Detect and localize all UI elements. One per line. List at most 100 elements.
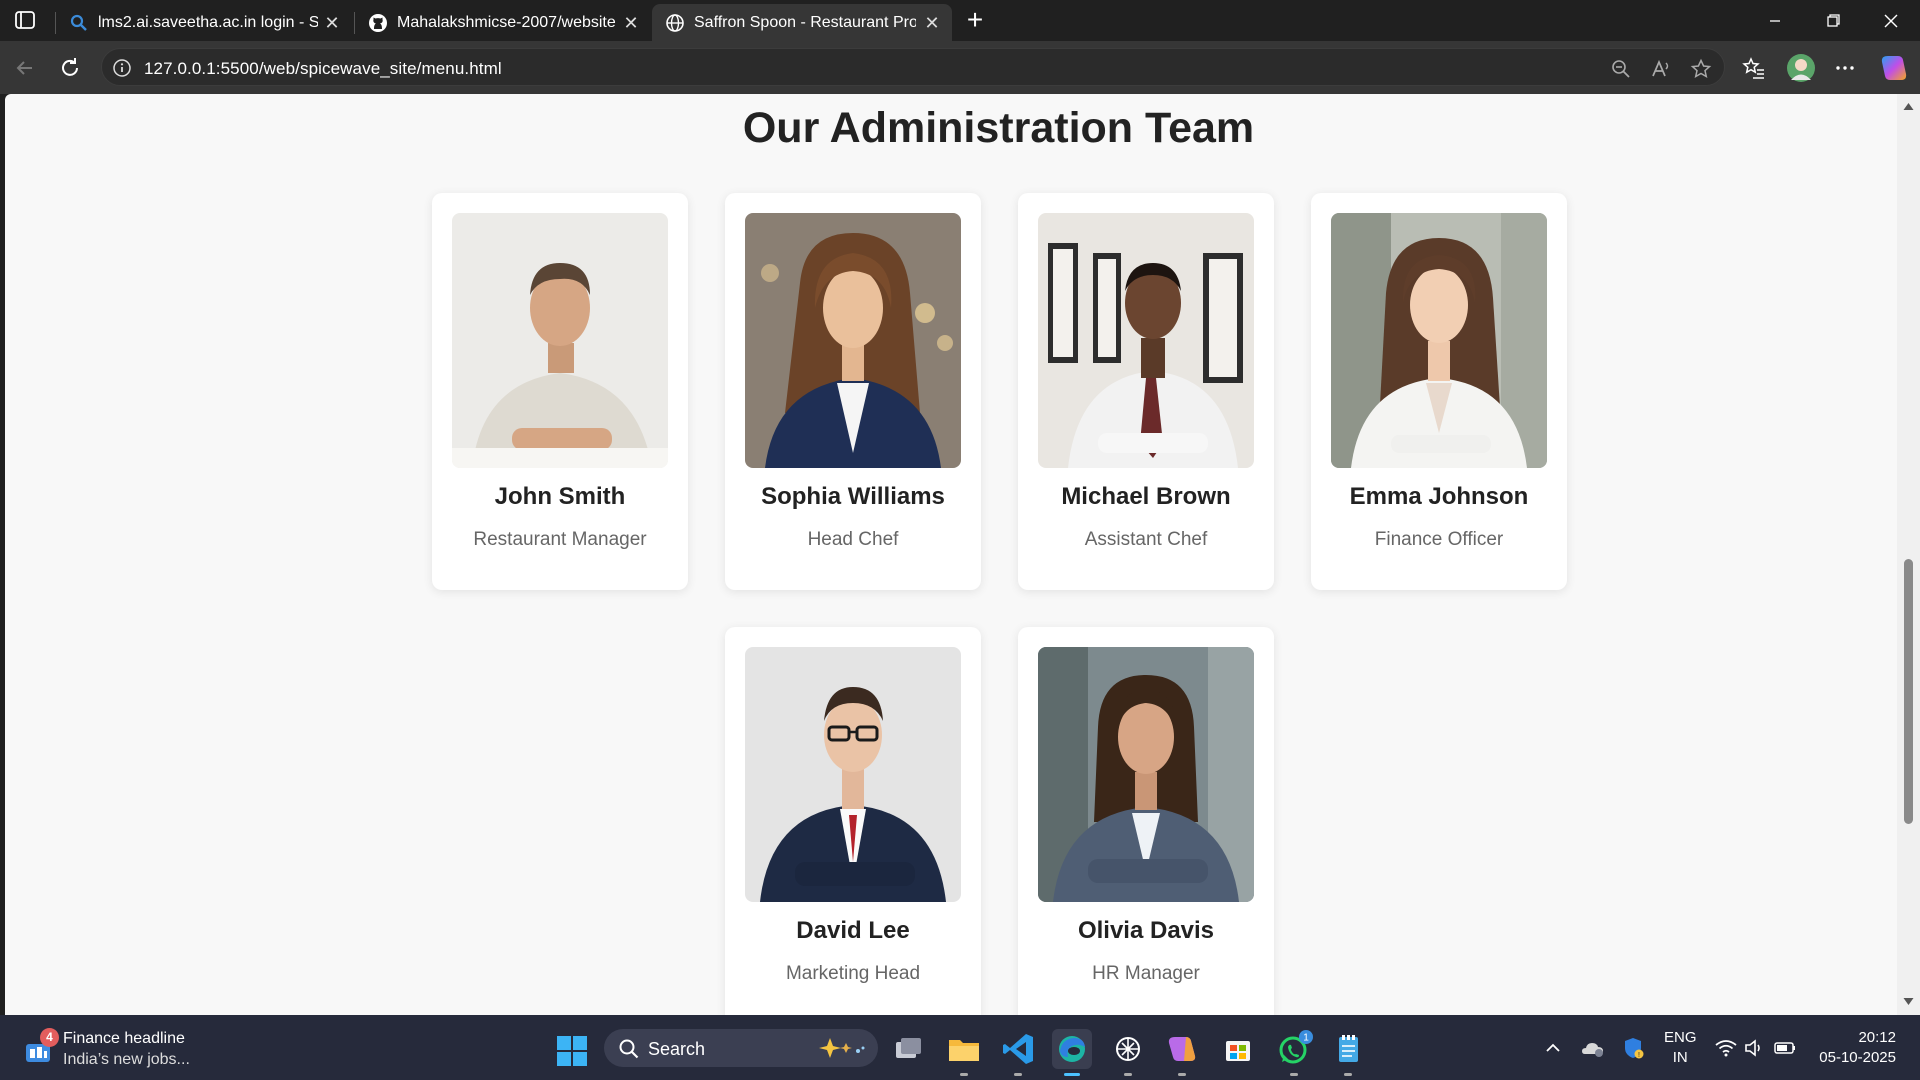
team-photo [1038, 213, 1254, 468]
task-view-icon[interactable] [888, 1029, 928, 1069]
minimize-button[interactable] [1755, 6, 1795, 36]
running-indicator [1178, 1073, 1186, 1076]
zoom-icon[interactable] [1610, 58, 1632, 80]
team-card: John Smith Restaurant Manager [432, 193, 688, 590]
team-card: Sophia Williams Head Chef [725, 193, 981, 590]
search-favicon-icon [69, 13, 89, 33]
battery-icon[interactable] [1772, 1035, 1798, 1061]
team-member-name: Emma Johnson [1349, 483, 1529, 510]
wifi-icon[interactable] [1713, 1035, 1739, 1061]
tab-title: lms2.ai.saveetha.ac.in login - Search [98, 14, 318, 31]
team-member-role: Assistant Chef [1084, 529, 1208, 550]
team-member-name: Olivia Davis [1077, 917, 1215, 944]
running-indicator [960, 1073, 968, 1076]
whatsapp-badge: 1 [1303, 1033, 1309, 1044]
team-member-role: Marketing Head [785, 963, 921, 984]
team-member-role: Head Chef [807, 529, 899, 550]
more-options-icon[interactable] [1832, 55, 1858, 81]
running-indicator [1014, 1073, 1022, 1076]
news-widget[interactable]: 4 Finance headline India’s new jobs... [20, 1028, 220, 1072]
language-indicator[interactable]: ENG IN [1664, 1028, 1697, 1068]
chevron-up-icon[interactable] [1540, 1035, 1566, 1061]
scroll-up-arrow-icon[interactable] [1902, 100, 1915, 113]
new-tab-button[interactable]: + [960, 6, 990, 36]
defender-shield-icon[interactable]: ! [1620, 1035, 1646, 1061]
close-window-button[interactable] [1871, 6, 1911, 36]
onedrive-icon[interactable] [1580, 1035, 1606, 1061]
running-indicator [1124, 1073, 1132, 1076]
region-code: IN [1672, 1049, 1688, 1066]
microsoft-store-icon[interactable] [1218, 1029, 1258, 1069]
read-aloud-icon[interactable] [1650, 58, 1672, 80]
chatgpt-icon[interactable] [1108, 1029, 1148, 1076]
tab-search[interactable]: lms2.ai.saveetha.ac.in login - Search ✕ [56, 4, 352, 41]
url-text[interactable]: 127.0.0.1:5500/web/spicewave_site/menu.h… [144, 59, 502, 79]
widget-badge: 4 [40, 1028, 59, 1047]
close-icon[interactable]: ✕ [922, 13, 942, 33]
running-indicator [1064, 1073, 1080, 1076]
search-label: Search [648, 1039, 706, 1059]
profile-avatar[interactable] [1786, 53, 1816, 83]
team-member-name: John Smith [494, 483, 626, 510]
scroll-thumb[interactable] [1904, 559, 1913, 824]
tab-title: Saffron Spoon - Restaurant Project [694, 14, 916, 31]
restore-button[interactable] [1813, 6, 1853, 36]
team-member-role: HR Manager [1092, 963, 1200, 984]
refresh-icon[interactable] [55, 53, 85, 83]
browser-tab-strip: lms2.ai.saveetha.ac.in login - Search ✕ … [0, 0, 1920, 41]
tab-actions-icon[interactable] [10, 8, 40, 34]
team-photo [745, 647, 961, 902]
taskbar-search[interactable]: Search [604, 1029, 878, 1067]
team-member-name: Michael Brown [1061, 483, 1231, 510]
team-photo [1038, 647, 1254, 902]
notepad-icon[interactable] [1328, 1029, 1368, 1076]
copilot-icon[interactable] [1878, 52, 1910, 84]
team-card: Emma Johnson Finance Officer [1311, 193, 1567, 590]
back-icon[interactable] [10, 53, 40, 83]
running-indicator [1290, 1073, 1298, 1076]
browser-toolbar: 127.0.0.1:5500/web/spicewave_site/menu.h… [0, 41, 1920, 94]
scroll-down-arrow-icon[interactable] [1902, 995, 1915, 1008]
team-member-role: Restaurant Manager [473, 529, 647, 550]
favorites-icon[interactable] [1741, 55, 1767, 81]
team-card: Olivia Davis HR Manager [1018, 627, 1274, 1015]
volume-icon[interactable] [1742, 1035, 1768, 1061]
clock-date: 05-10-2025 [1819, 1049, 1896, 1066]
close-icon[interactable]: ✕ [322, 13, 342, 33]
sparkle-icon [814, 1035, 868, 1061]
vscode-icon[interactable] [998, 1029, 1038, 1076]
tab-saffron-spoon[interactable]: Saffron Spoon - Restaurant Project ✕ [652, 4, 952, 41]
tab-github[interactable]: Mahalakshmicse-2007/website ✕ [355, 4, 651, 41]
team-member-role: Finance Officer [1374, 529, 1504, 550]
globe-icon [665, 13, 685, 33]
windows-taskbar: 4 Finance headline India’s new jobs... S… [0, 1015, 1920, 1080]
clock-time: 20:12 [1858, 1029, 1896, 1046]
site-info-icon[interactable] [112, 58, 132, 78]
favorite-star-icon[interactable] [1690, 58, 1712, 80]
team-photo [1331, 213, 1547, 468]
edge-icon[interactable] [1052, 1029, 1092, 1076]
widget-subtitle: India’s new jobs... [63, 1051, 190, 1068]
github-icon [368, 13, 388, 33]
close-icon[interactable]: ✕ [621, 13, 641, 33]
team-photo [745, 213, 961, 468]
whatsapp-icon[interactable]: 1 [1274, 1029, 1314, 1076]
page-scrollbar[interactable] [1897, 94, 1920, 1015]
windows-start-icon[interactable] [556, 1035, 588, 1067]
file-explorer-icon[interactable] [944, 1029, 984, 1076]
search-icon [618, 1038, 640, 1060]
team-member-name: David Lee [796, 917, 910, 944]
running-indicator [1344, 1073, 1352, 1076]
address-bar[interactable]: 127.0.0.1:5500/web/spicewave_site/menu.h… [101, 48, 1725, 86]
page-title: Our Administration Team [742, 104, 1255, 152]
tab-title: Mahalakshmicse-2007/website [397, 14, 616, 31]
copilot-app-icon[interactable] [1162, 1029, 1202, 1076]
system-clock[interactable]: 20:12 05-10-2025 [1812, 1028, 1896, 1068]
widget-headline: Finance headline [63, 1030, 185, 1047]
team-card: Michael Brown Assistant Chef [1018, 193, 1274, 590]
svg-text:!: ! [1638, 1052, 1640, 1059]
page-viewport: Our Administration Team John Smith Resta… [5, 94, 1897, 1015]
team-member-name: Sophia Williams [761, 483, 945, 510]
team-photo [452, 213, 668, 468]
language-code: ENG [1664, 1029, 1697, 1046]
